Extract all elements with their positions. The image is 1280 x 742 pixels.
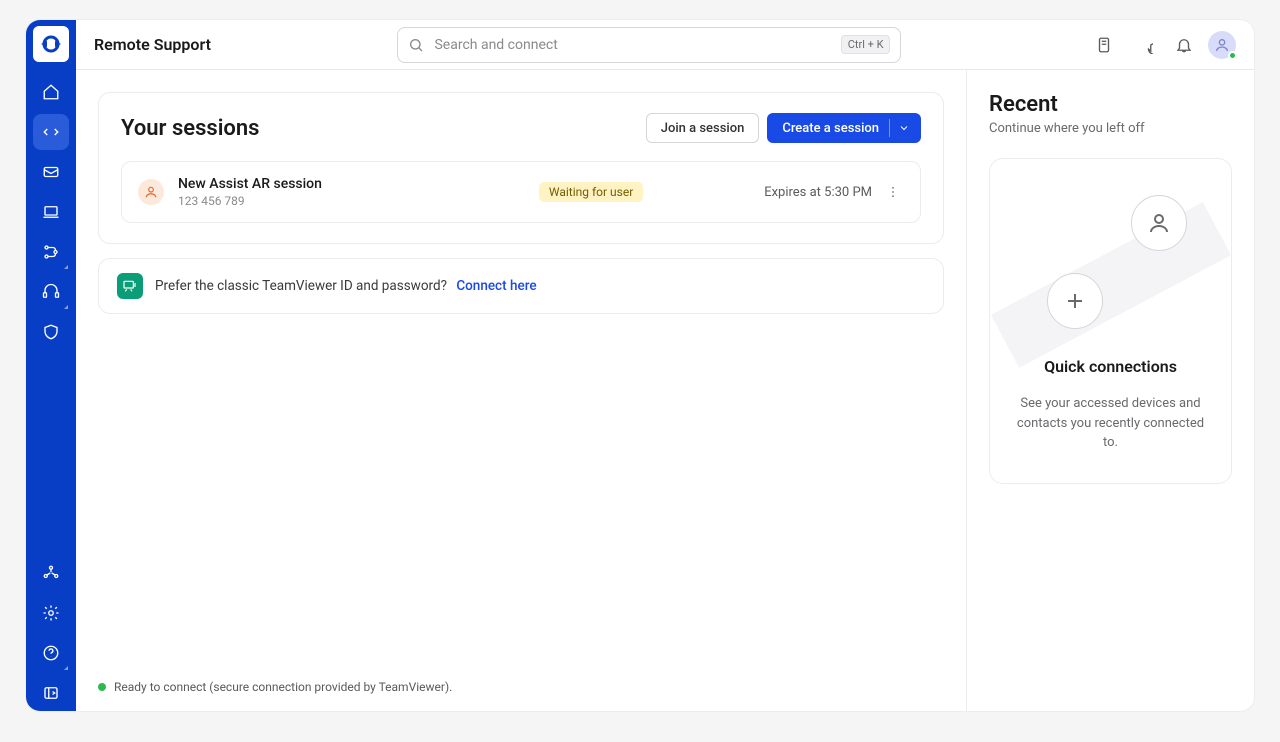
nav-security[interactable] xyxy=(33,314,69,350)
illustration-plus-icon xyxy=(1047,273,1103,329)
search-icon xyxy=(408,37,424,53)
connect-here-link[interactable]: Connect here xyxy=(456,278,536,294)
page-title: Remote Support xyxy=(94,35,211,54)
quick-connections-card: Quick connections See your accessed devi… xyxy=(989,158,1232,484)
status-text: Ready to connect (secure connection prov… xyxy=(114,680,452,694)
illustration-user-icon xyxy=(1131,195,1187,251)
content-row: Your sessions Join a session Create a se… xyxy=(76,70,1254,711)
plus-icon xyxy=(1063,289,1087,313)
sessions-title: Your sessions xyxy=(121,116,259,141)
classic-connect-card: Prefer the classic TeamViewer ID and pas… xyxy=(98,258,944,314)
more-vertical-icon xyxy=(886,185,900,199)
session-expires: Expires at 5:30 PM xyxy=(764,185,872,200)
main-area: Remote Support Ctrl + K xyxy=(76,20,1254,711)
status-bar: Ready to connect (secure connection prov… xyxy=(76,677,474,697)
search-input[interactable] xyxy=(434,37,830,53)
quick-connections-desc: See your accessed devices and contacts y… xyxy=(1008,394,1213,453)
nav-integrations[interactable] xyxy=(33,555,69,591)
user-icon xyxy=(144,185,158,199)
chat-icon[interactable] xyxy=(1128,29,1160,61)
create-session-button[interactable]: Create a session xyxy=(767,113,921,143)
connect-icon xyxy=(122,278,138,294)
sidebar xyxy=(26,20,76,711)
center-column: Your sessions Join a session Create a se… xyxy=(76,70,966,711)
nav-devices[interactable] xyxy=(33,194,69,230)
classic-connect-text: Prefer the classic TeamViewer ID and pas… xyxy=(155,278,537,294)
search-box[interactable]: Ctrl + K xyxy=(397,27,901,63)
create-session-dropdown[interactable] xyxy=(898,122,920,134)
app-logo[interactable] xyxy=(33,26,69,62)
nav-secondary-group xyxy=(26,555,76,711)
session-name: New Assist AR session xyxy=(178,176,418,192)
nav-home[interactable] xyxy=(33,74,69,110)
feedback-icon[interactable] xyxy=(1088,29,1120,61)
chevron-down-icon xyxy=(898,122,910,134)
nav-workflows[interactable] xyxy=(33,234,69,270)
classic-connect-icon xyxy=(117,273,143,299)
recent-title: Recent xyxy=(989,92,1232,117)
quick-connections-illustration xyxy=(1011,189,1211,339)
nav-support[interactable] xyxy=(33,274,69,310)
header: Remote Support Ctrl + K xyxy=(76,20,1254,70)
nav-collapse[interactable] xyxy=(33,675,69,711)
nav-settings[interactable] xyxy=(33,595,69,631)
session-icon xyxy=(138,179,164,205)
sessions-card: Your sessions Join a session Create a se… xyxy=(98,92,944,244)
recent-subtitle: Continue where you left off xyxy=(989,121,1232,136)
user-avatar[interactable] xyxy=(1208,31,1236,59)
session-id: 123 456 789 xyxy=(178,194,418,208)
recent-panel: Recent Continue where you left off Quick… xyxy=(966,70,1254,711)
create-session-label: Create a session xyxy=(782,121,879,136)
session-status-badge: Waiting for user xyxy=(539,182,643,202)
nav-remote-support[interactable] xyxy=(33,114,69,150)
user-icon xyxy=(1147,211,1171,235)
quick-connections-title: Quick connections xyxy=(1044,357,1177,376)
nav-messaging[interactable] xyxy=(33,154,69,190)
session-row[interactable]: New Assist AR session 123 456 789 Waitin… xyxy=(121,161,921,223)
join-session-button[interactable]: Join a session xyxy=(646,113,760,143)
nav-help[interactable] xyxy=(33,635,69,671)
notifications-icon[interactable] xyxy=(1168,29,1200,61)
presence-dot xyxy=(1228,51,1237,60)
nav-primary-group xyxy=(26,74,76,350)
session-more-button[interactable] xyxy=(882,181,904,203)
search-shortcut: Ctrl + K xyxy=(841,35,891,54)
status-indicator xyxy=(98,683,106,691)
